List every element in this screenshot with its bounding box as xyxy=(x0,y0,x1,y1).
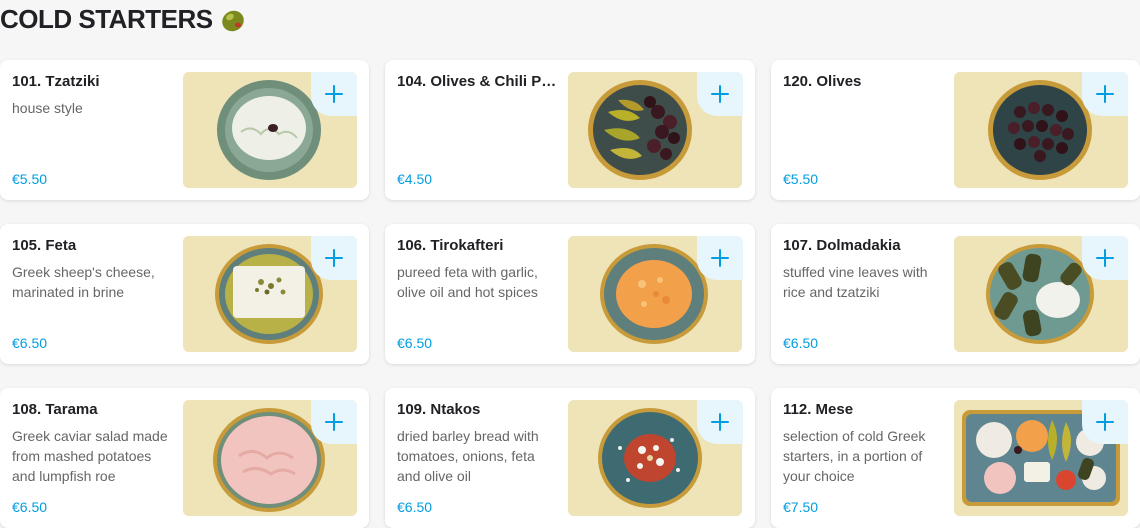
plus-icon xyxy=(711,85,729,103)
item-price: €7.50 xyxy=(783,499,819,515)
item-name: 109. Ntakos xyxy=(397,401,481,418)
item-price: €6.50 xyxy=(12,499,48,515)
menu-item-card[interactable]: 105. Feta Greek sheep's cheese, marinate… xyxy=(0,224,369,364)
item-name: 120. Olives xyxy=(783,73,862,90)
item-price: €6.50 xyxy=(397,335,433,351)
menu-item-card[interactable]: 108. Tarama Greek caviar salad made from… xyxy=(0,388,369,528)
item-description: Greek caviar salad made from mashed pota… xyxy=(12,428,168,484)
plus-icon xyxy=(711,249,729,267)
plus-icon xyxy=(325,413,343,431)
item-name: 106. Tirokafteri xyxy=(397,237,504,254)
plus-icon xyxy=(711,413,729,431)
menu-item-card[interactable]: 104. Olives & Chili Peppers €4.50 xyxy=(385,60,755,200)
add-button[interactable] xyxy=(697,72,743,116)
menu-grid: 101. Tzatziki house style €5.50 104. Oli… xyxy=(0,60,1140,528)
plus-icon xyxy=(325,249,343,267)
menu-item-card[interactable]: 107. Dolmadakia stuffed vine leaves with… xyxy=(771,224,1140,364)
add-button[interactable] xyxy=(1082,236,1128,280)
plus-icon xyxy=(1096,85,1114,103)
section-title-text: COLD STARTERS xyxy=(0,4,213,34)
add-button[interactable] xyxy=(1082,72,1128,116)
item-description: dried barley bread with tomatoes, onions… xyxy=(397,428,539,484)
menu-item-card[interactable]: 109. Ntakos dried barley bread with toma… xyxy=(385,388,755,528)
item-price: €5.50 xyxy=(783,171,819,187)
plus-icon xyxy=(1096,249,1114,267)
menu-item-card[interactable]: 106. Tirokafteri pureed feta with garlic… xyxy=(385,224,755,364)
item-name: 101. Tzatziki xyxy=(12,73,100,90)
plus-icon xyxy=(325,85,343,103)
item-description: stuffed vine leaves with rice and tzatzi… xyxy=(783,264,928,300)
item-price: €6.50 xyxy=(12,335,48,351)
menu-item-card[interactable]: 120. Olives €5.50 xyxy=(771,60,1140,200)
add-button[interactable] xyxy=(311,236,357,280)
olive-icon xyxy=(219,6,247,34)
item-description: selection of cold Greek starters, in a p… xyxy=(783,428,926,484)
add-button[interactable] xyxy=(311,72,357,116)
item-name: 107. Dolmadakia xyxy=(783,237,901,254)
plus-icon xyxy=(1096,413,1114,431)
menu-item-card[interactable]: 112. Mese selection of cold Greek starte… xyxy=(771,388,1140,528)
add-button[interactable] xyxy=(697,400,743,444)
item-name: 108. Tarama xyxy=(12,401,98,418)
section-title: COLD STARTERS xyxy=(0,4,247,35)
item-price: €5.50 xyxy=(12,171,48,187)
item-name: 112. Mese xyxy=(783,401,854,418)
menu-item-card[interactable]: 101. Tzatziki house style €5.50 xyxy=(0,60,369,200)
add-button[interactable] xyxy=(311,400,357,444)
item-price: €6.50 xyxy=(397,499,433,515)
add-button[interactable] xyxy=(697,236,743,280)
item-name: 105. Feta xyxy=(12,237,77,254)
item-price: €6.50 xyxy=(783,335,819,351)
add-button[interactable] xyxy=(1082,400,1128,444)
item-name: 104. Olives & Chili Peppers xyxy=(397,73,557,90)
item-description: pureed feta with garlic, olive oil and h… xyxy=(397,264,538,300)
item-price: €4.50 xyxy=(397,171,433,187)
item-description: house style xyxy=(12,100,83,116)
item-description: Greek sheep's cheese, marinated in brine xyxy=(12,264,155,300)
